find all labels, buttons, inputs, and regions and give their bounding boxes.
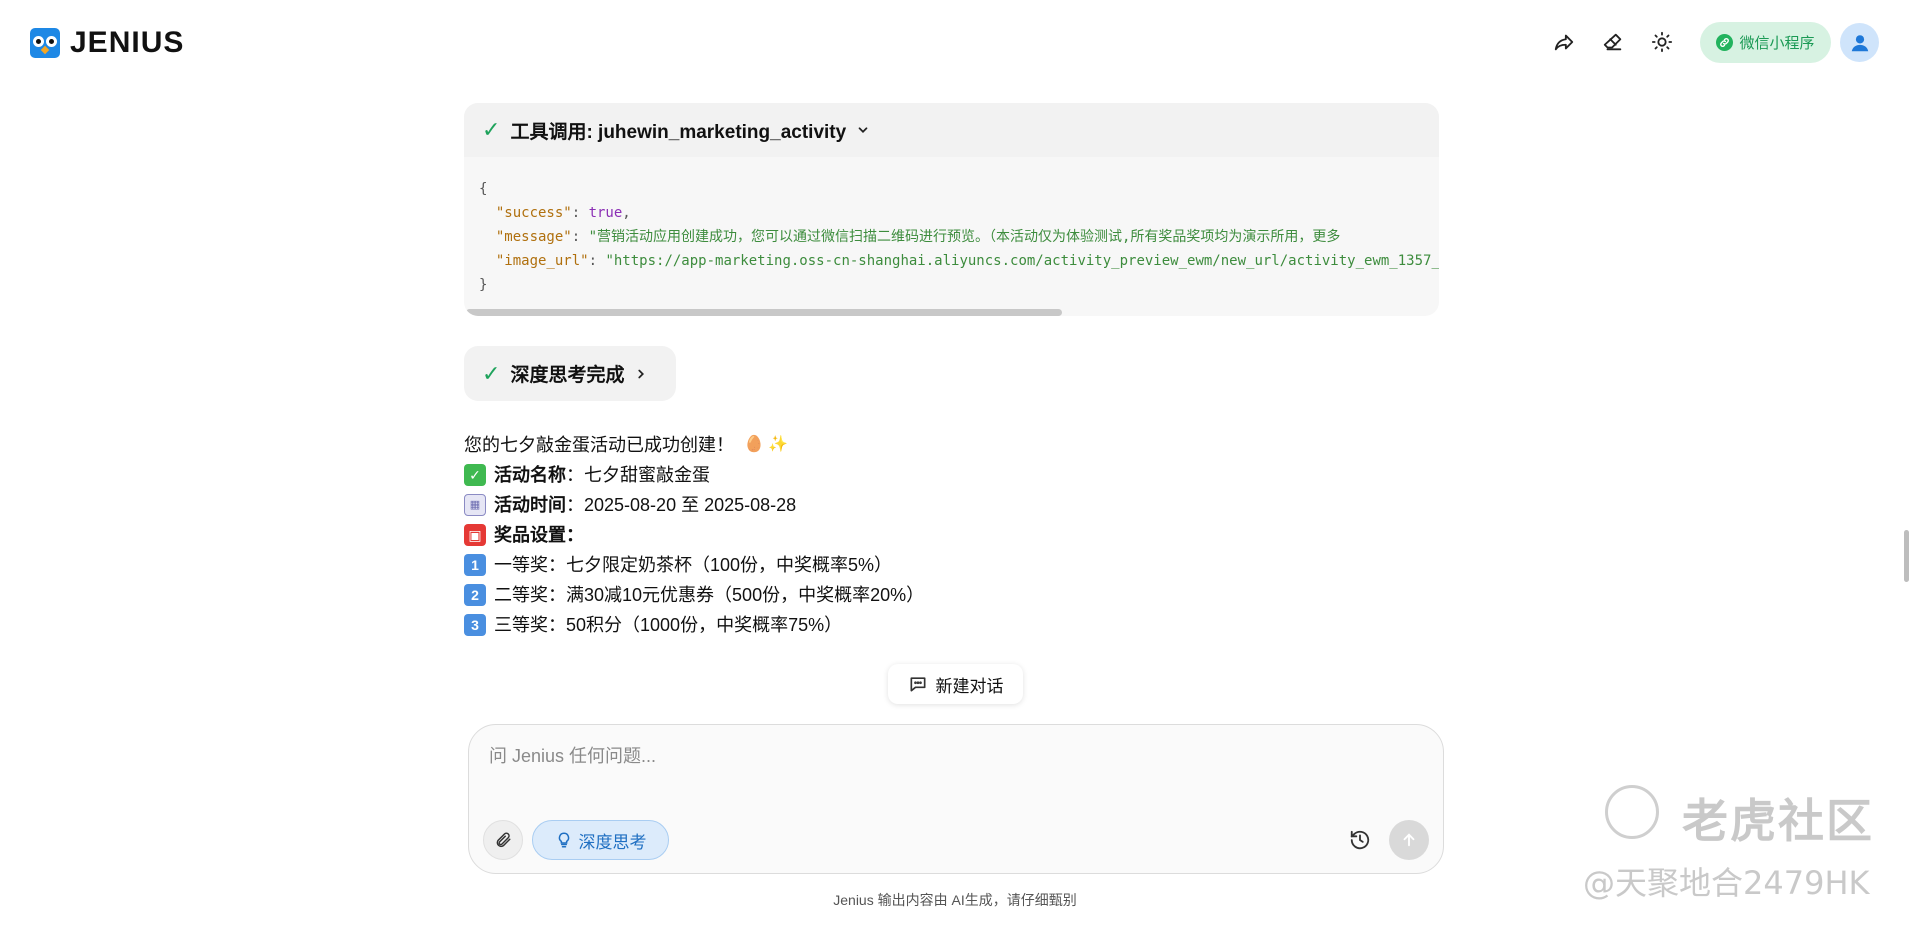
keycap-one-icon: 1	[464, 554, 486, 576]
eraser-icon[interactable]	[1599, 28, 1627, 56]
watermark-logo-icon	[1605, 785, 1659, 839]
activity-time-line: ▦ 活动时间 ：2025-08-20 至 2025-08-28	[464, 490, 924, 520]
check-icon: ✓	[482, 360, 501, 386]
page-scrollbar[interactable]	[1904, 530, 1909, 582]
horizontal-scrollbar[interactable]	[466, 309, 1062, 316]
egg-sparkle-emoji: 🥚 ✨	[744, 436, 789, 453]
tool-result-json: { "success": true, "message": "营销活动应用创建成…	[464, 157, 1439, 297]
link-icon	[1716, 34, 1734, 51]
activity-name-line: ✓ 活动名称 ：七夕甜蜜敲金蛋	[464, 460, 924, 490]
prize-settings-line: ▣ 奖品设置：	[464, 520, 924, 550]
prize-item: 3 三等奖：50积分（1000份，中奖概率75%）	[464, 610, 924, 640]
json-key: "success"	[495, 205, 572, 221]
brand-logo[interactable]: JENIUS	[30, 26, 184, 60]
deep-think-button-label: 深度思考	[578, 832, 647, 852]
keycap-three-icon: 3	[464, 614, 486, 636]
watermark-subtitle: @天聚地合2479HK	[1583, 864, 1870, 902]
json-close-brace: }	[479, 277, 488, 293]
new-chat-button[interactable]: 新建对话	[888, 664, 1023, 704]
tool-call-header[interactable]: ✓ 工具调用: juhewin_marketing_activity	[464, 103, 1439, 157]
keycap-two-icon: 2	[464, 584, 486, 606]
user-avatar[interactable]	[1840, 23, 1879, 62]
json-value: "https://app-marketing.oss-cn-shanghai.a…	[605, 253, 1439, 269]
chat-composer: 深度思考	[468, 724, 1444, 874]
user-icon	[1851, 34, 1868, 51]
deep-think-button[interactable]: 深度思考	[532, 820, 669, 860]
check-icon: ✓	[482, 117, 501, 142]
chevron-right-icon	[638, 369, 645, 378]
deep-think-label: 深度思考完成	[510, 365, 625, 386]
arrow-up-icon	[1403, 833, 1415, 847]
gift-icon: ▣	[464, 524, 486, 546]
history-button[interactable]	[1345, 825, 1375, 855]
header: JENIUS 微信小程序	[0, 0, 1910, 86]
tool-call-title: 工具调用: juhewin_marketing_activity	[510, 121, 847, 143]
prize-item: 2 二等奖：满30减10元优惠券（500份，中奖概率20%）	[464, 580, 924, 610]
history-icon	[1350, 830, 1370, 850]
new-chat-label: 新建对话	[935, 676, 1004, 696]
json-open-brace: {	[479, 181, 488, 197]
paperclip-icon	[496, 832, 511, 848]
share-icon[interactable]	[1550, 28, 1578, 56]
json-value: true	[588, 205, 623, 221]
mini-program-label: 微信小程序	[1739, 35, 1815, 52]
message-intro: 您的七夕敲金蛋活动已成功创建！ 🥚 ✨	[464, 430, 924, 460]
json-key: "message"	[495, 229, 572, 245]
watermark-title: 老虎社区	[1682, 794, 1874, 848]
deep-think-complete-toggle[interactable]: ✓ 深度思考完成	[464, 346, 676, 401]
lightbulb-icon	[558, 832, 569, 848]
json-value: "营销活动应用创建成功，您可以通过微信扫描二维码进行预览。（本活动仅为体验测试,…	[588, 229, 1341, 245]
chat-input[interactable]	[489, 741, 1389, 771]
tool-call-card: ✓ 工具调用: juhewin_marketing_activity { "su…	[464, 103, 1439, 316]
calendar-icon: ▦	[464, 494, 486, 516]
prize-item: 1 一等奖：七夕限定奶茶杯（100份，中奖概率5%）	[464, 550, 924, 580]
brand-name: JENIUS	[70, 26, 185, 59]
json-key: "image_url"	[495, 253, 589, 269]
attach-button[interactable]	[483, 820, 523, 860]
send-button[interactable]	[1389, 820, 1429, 860]
wechat-mini-program-button[interactable]: 微信小程序	[1700, 22, 1831, 63]
assistant-message: 您的七夕敲金蛋活动已成功创建！ 🥚 ✨ ✓ 活动名称 ：七夕甜蜜敲金蛋 ▦ 活动…	[464, 430, 924, 640]
chat-bubble-icon	[910, 677, 925, 692]
check-box-icon: ✓	[464, 464, 486, 486]
chevron-down-icon	[858, 127, 868, 133]
owl-logo-icon	[30, 28, 60, 58]
sun-icon[interactable]	[1648, 28, 1676, 56]
